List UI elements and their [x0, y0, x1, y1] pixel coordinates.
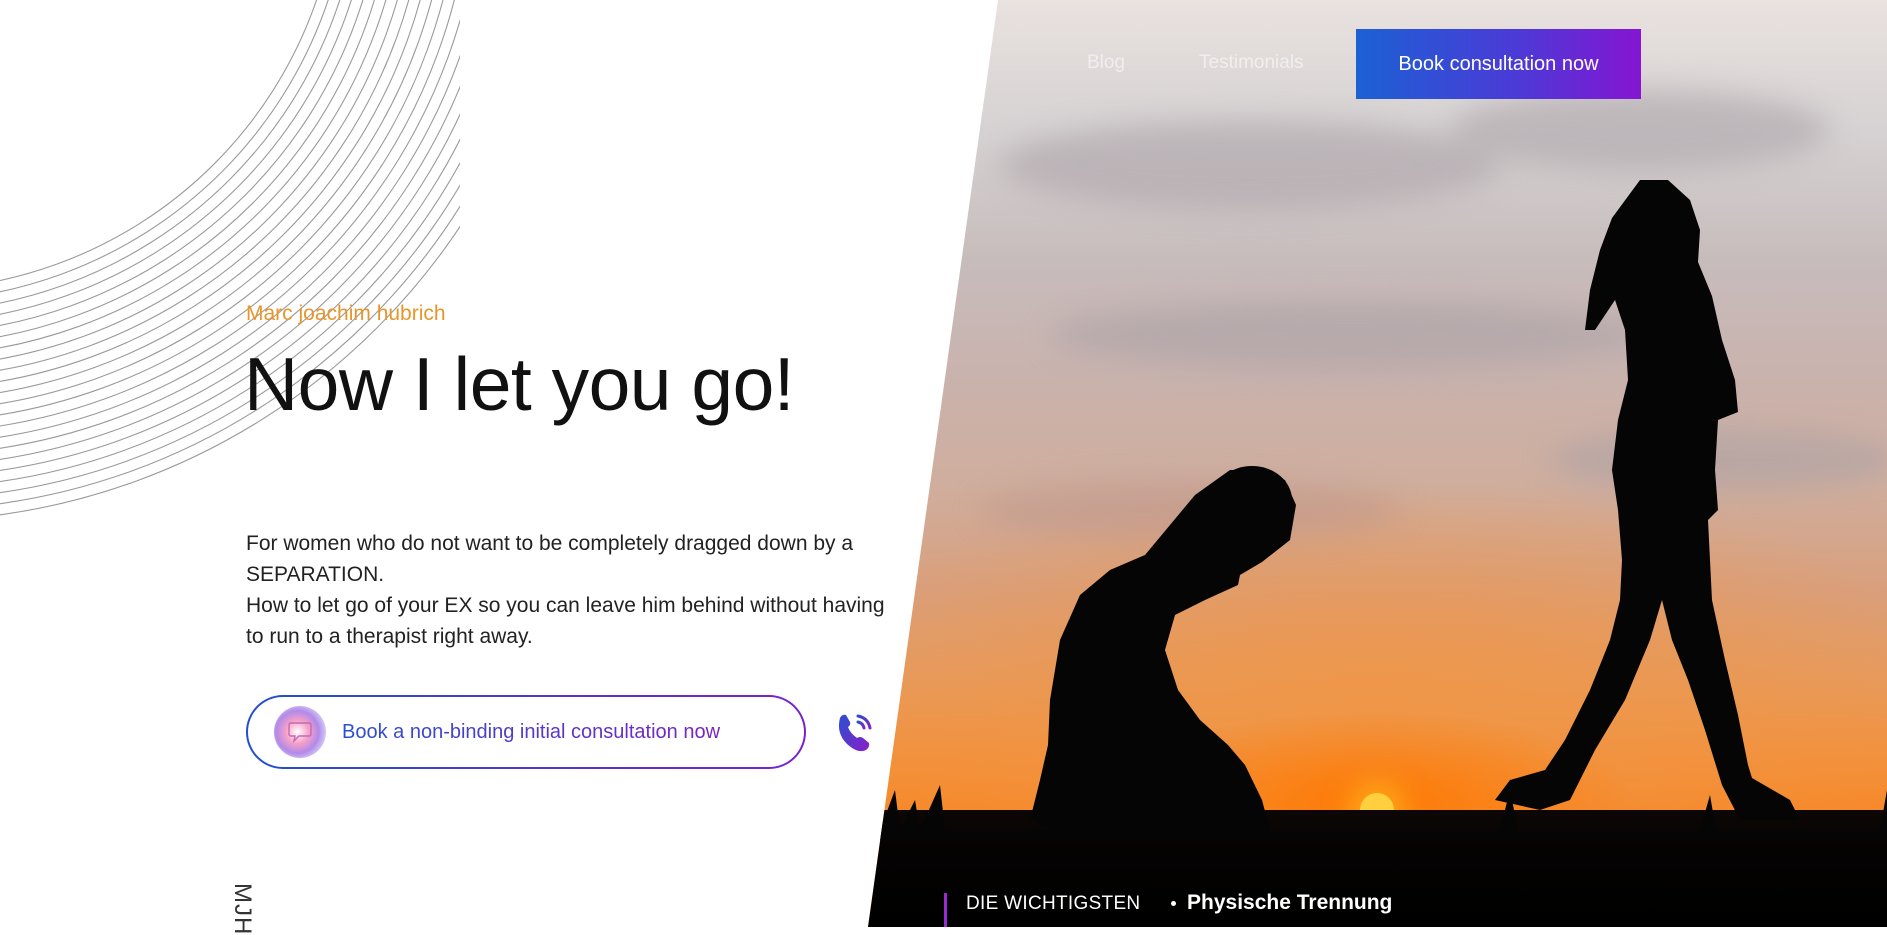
hero-description-line-1: For women who do not want to be complete…	[246, 532, 854, 586]
decorative-arc	[0, 225, 460, 516]
page-title: Now I let you go!	[244, 342, 795, 426]
decorative-arc	[0, 0, 364, 326]
author-name: Marc joachim hubrich	[246, 302, 446, 325]
vertical-logo: MJH	[229, 883, 256, 935]
ticker-bullet	[1171, 901, 1176, 906]
hero-description: For women who do not want to be complete…	[246, 528, 896, 652]
ticker-divider	[944, 893, 947, 927]
decorative-arc	[0, 0, 352, 315]
initial-consultation-label: Book a non-binding initial consultation …	[342, 720, 721, 743]
book-consultation-button[interactable]: Book consultation now	[1356, 29, 1641, 99]
nav-link-blog[interactable]: Blog	[1087, 52, 1125, 74]
ticker-label: DIE WICHTIGSTEN	[966, 893, 1141, 914]
chat-bubble-icon	[274, 706, 326, 758]
phone-call-icon[interactable]	[832, 708, 878, 754]
nav-link-testimonials[interactable]: Testimonials	[1199, 52, 1304, 74]
initial-consultation-button[interactable]: Book a non-binding initial consultation …	[246, 695, 806, 769]
decorative-arcs	[0, 0, 460, 516]
decorative-arc	[0, 0, 375, 338]
hero-description-line-2: How to let go of your EX so you can leav…	[246, 594, 885, 648]
ticker-item: Physische Trennung	[1187, 891, 1393, 914]
